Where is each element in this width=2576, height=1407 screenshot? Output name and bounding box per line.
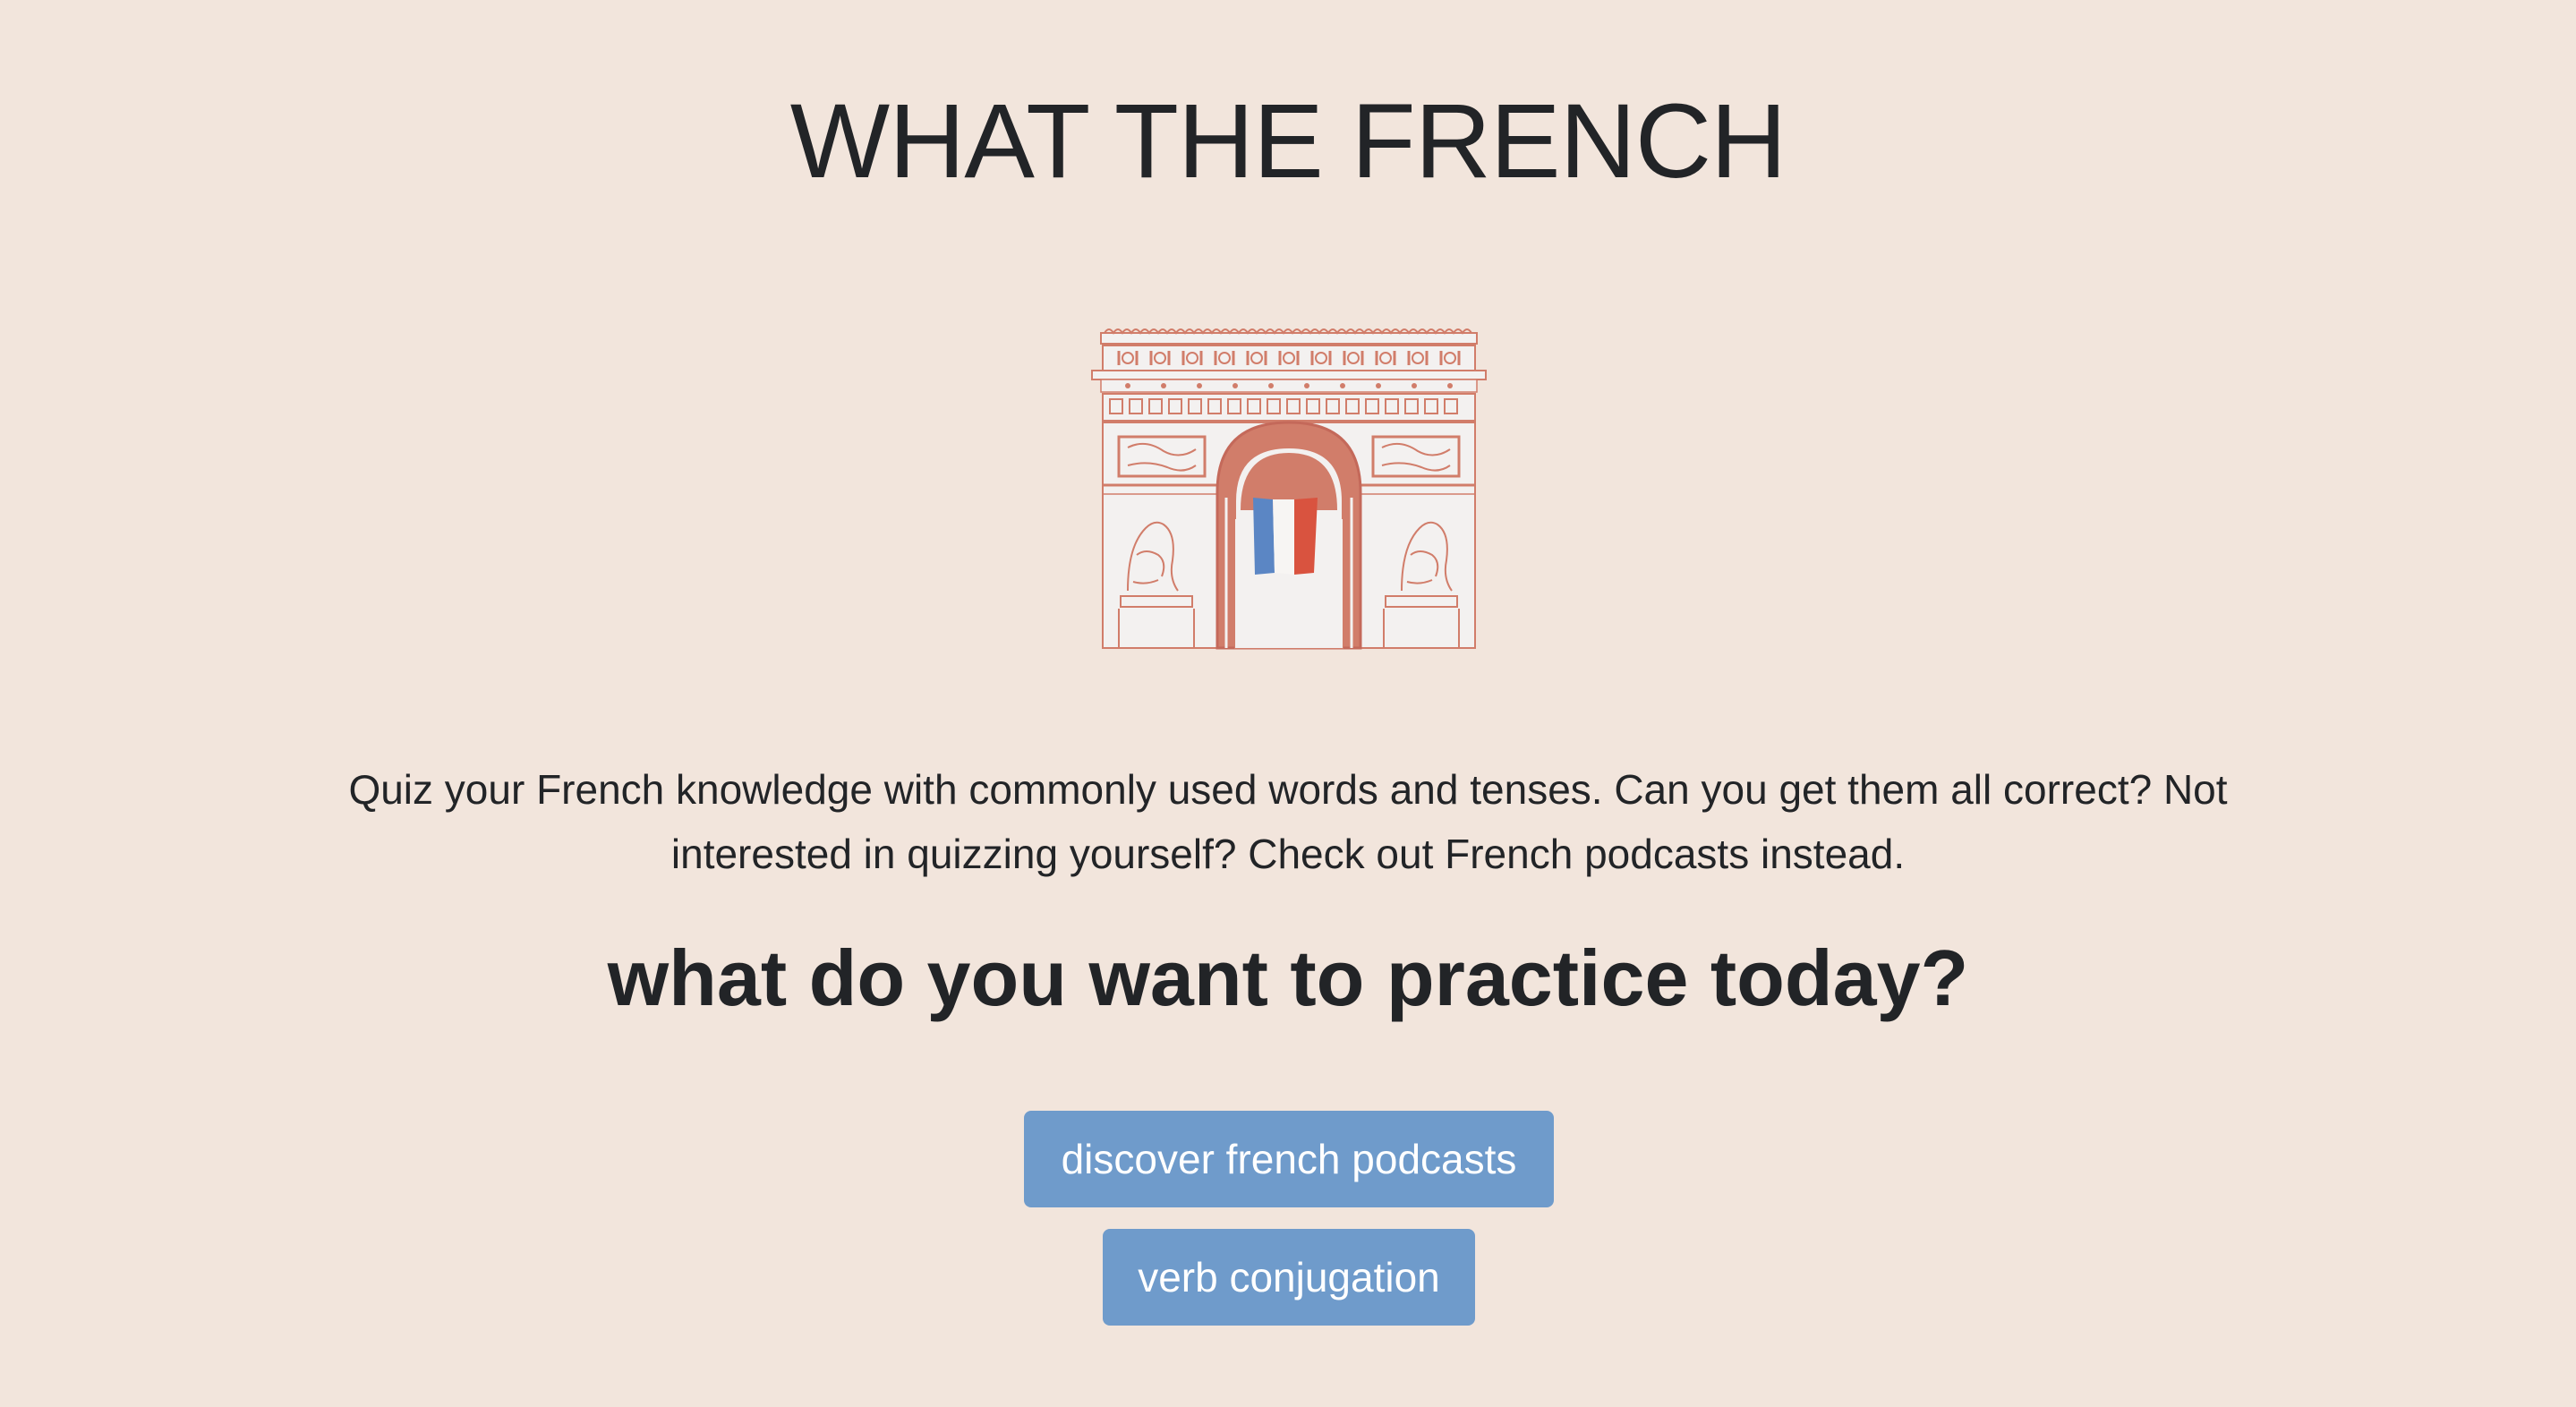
arc-de-triomphe-illustration <box>1091 328 1487 650</box>
practice-question-heading: what do you want to practice today? <box>607 934 1969 1022</box>
discover-podcasts-button[interactable]: discover french podcasts <box>1024 1111 1554 1207</box>
intro-text: Quiz your French knowledge with commonly… <box>348 766 2228 877</box>
arc-top-ornament <box>1091 328 1487 422</box>
page: WHAT THE FRENCH Quiz your French knowled… <box>0 0 2576 1407</box>
page-title: WHAT THE FRENCH <box>789 82 1787 200</box>
french-flag-icon <box>1253 498 1318 575</box>
verb-conjugation-button[interactable]: verb conjugation <box>1103 1229 1475 1326</box>
